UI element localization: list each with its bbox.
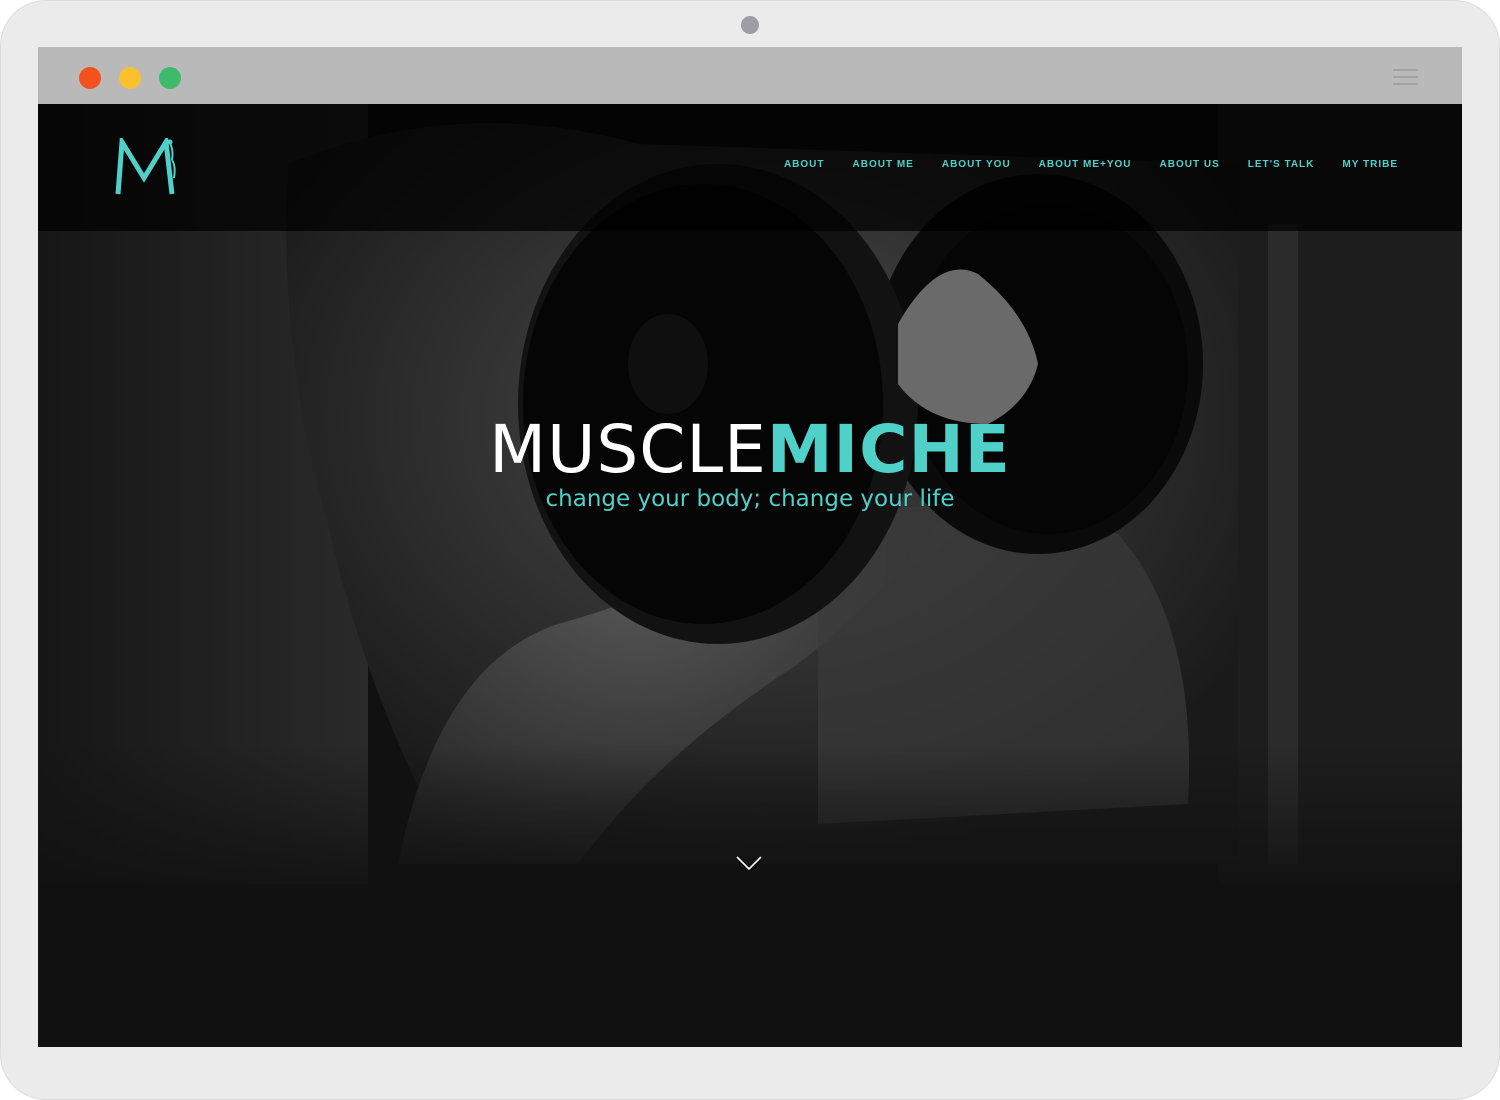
nav-lets-talk[interactable]: LET'S TALK — [1248, 159, 1315, 170]
nav-about[interactable]: ABOUT — [784, 159, 825, 170]
hero-title: MUSCLEMICHE — [38, 415, 1462, 485]
close-window-button[interactable] — [79, 67, 101, 89]
main-navigation: ABOUT ABOUT ME ABOUT YOU ABOUT ME+YOU AB… — [756, 159, 1398, 170]
nav-about-me[interactable]: ABOUT ME — [853, 159, 914, 170]
hero-title-miche: MICHE — [766, 411, 1011, 488]
chevron-down-icon[interactable] — [735, 854, 763, 872]
hamburger-menu-icon[interactable] — [1393, 69, 1418, 85]
browser-screen: ABOUT ABOUT ME ABOUT YOU ABOUT ME+YOU AB… — [38, 47, 1462, 1047]
muscle-miche-logo[interactable] — [114, 138, 180, 196]
minimize-window-button[interactable] — [119, 67, 141, 89]
maximize-window-button[interactable] — [159, 67, 181, 89]
site-header: ABOUT ABOUT ME ABOUT YOU ABOUT ME+YOU AB… — [38, 104, 1462, 231]
hero-tagline: change your body; change your life — [545, 486, 955, 512]
hero-background-photo — [38, 104, 1462, 1047]
nav-about-us[interactable]: ABOUT US — [1160, 159, 1220, 170]
nav-about-you[interactable]: ABOUT YOU — [942, 159, 1011, 170]
hero-section: ABOUT ABOUT ME ABOUT YOU ABOUT ME+YOU AB… — [38, 104, 1462, 1047]
nav-my-tribe[interactable]: MY TRIBE — [1342, 159, 1398, 170]
browser-chrome-bar — [38, 47, 1462, 104]
hero-title-muscle: MUSCLE — [489, 411, 767, 488]
nav-about-me-you[interactable]: ABOUT ME+YOU — [1039, 159, 1132, 170]
camera-icon — [741, 16, 759, 34]
